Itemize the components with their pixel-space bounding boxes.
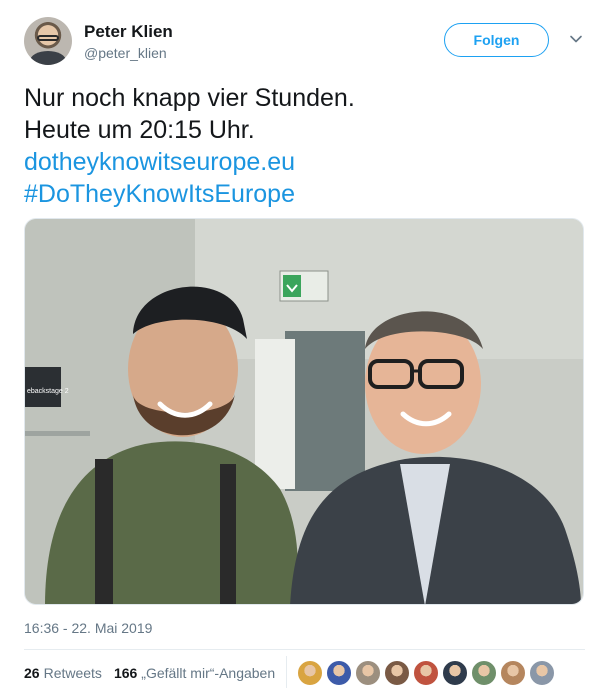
tweet-text: Nur noch knapp vier Stunden. Heute um 20… <box>24 82 584 210</box>
liker-avatar[interactable] <box>326 660 352 686</box>
tweet-line-1: Nur noch knapp vier Stunden. <box>24 84 355 112</box>
tweet-header: Peter Klien @peter_klien Folgen <box>24 17 586 67</box>
chevron-down-icon[interactable] <box>568 31 584 47</box>
liker-avatar[interactable] <box>442 660 468 686</box>
avatar-glasses <box>37 35 59 41</box>
stats-separator <box>286 656 287 688</box>
tweet-link[interactable]: dotheyknowitseurope.eu <box>24 146 584 178</box>
divider <box>24 649 585 650</box>
tweet-stats: 26 Retweets 166 „Gefällt mir“-Angaben <box>24 661 287 685</box>
retweets-label: Retweets <box>43 665 102 681</box>
liker-avatar[interactable] <box>355 660 381 686</box>
likers-avatars <box>297 660 555 686</box>
user-handle[interactable]: @peter_klien <box>84 45 167 61</box>
liker-avatar[interactable] <box>500 660 526 686</box>
likes-count: 166 <box>113 665 138 681</box>
liker-avatar[interactable] <box>529 660 555 686</box>
tweet-line-2: Heute um 20:15 Uhr. <box>24 116 255 144</box>
retweets-count: 26 <box>24 665 40 681</box>
liker-avatar[interactable] <box>413 660 439 686</box>
avatar-shirt <box>30 51 66 65</box>
user-name[interactable]: Peter Klien <box>84 22 173 42</box>
follow-button[interactable]: Folgen <box>444 23 549 57</box>
tweet-photo[interactable]: ebackstage 2 <box>24 218 584 605</box>
retweets-stat[interactable]: 26 Retweets <box>24 665 102 681</box>
likes-label: „Gefällt mir“-Angaben <box>141 665 276 681</box>
photo-sign-text: ebackstage 2 <box>27 388 69 395</box>
user-avatar[interactable] <box>24 17 72 65</box>
tweet-timestamp[interactable]: 16:36 - 22. Mai 2019 <box>24 620 152 636</box>
liker-avatar[interactable] <box>297 660 323 686</box>
liker-avatar[interactable] <box>471 660 497 686</box>
tweet-hashtag[interactable]: #DoTheyKnowItsEurope <box>24 178 584 210</box>
liker-avatar[interactable] <box>384 660 410 686</box>
likes-stat[interactable]: 166 „Gefällt mir“-Angaben <box>114 665 275 681</box>
